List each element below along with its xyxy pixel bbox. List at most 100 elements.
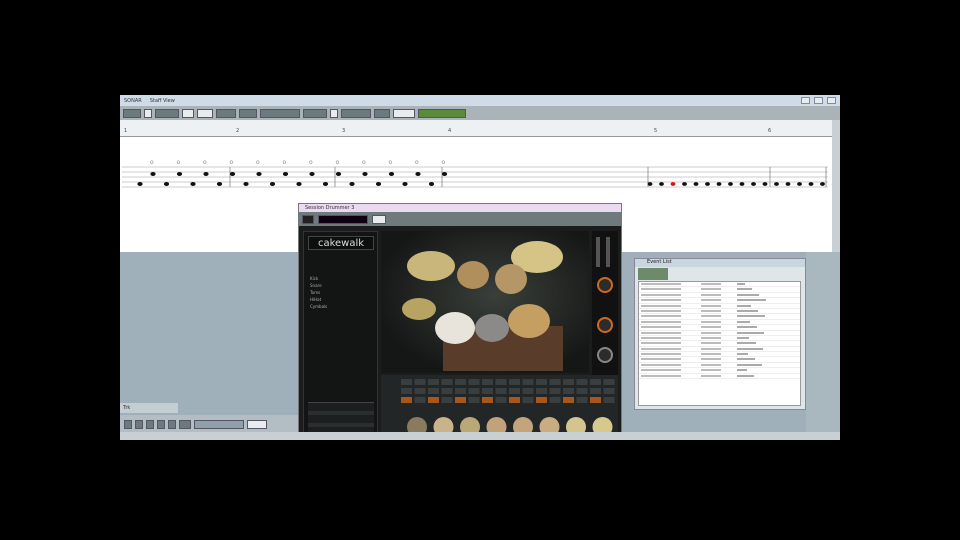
kick-note [137, 182, 143, 186]
transport-button[interactable] [179, 419, 191, 429]
pad-cell [549, 379, 561, 385]
stop-button[interactable] [135, 419, 143, 429]
note [693, 182, 699, 186]
hihat-note: o [389, 159, 393, 166]
volume-knob[interactable] [597, 277, 613, 293]
kick-note [216, 182, 223, 186]
vertical-scrollbar[interactable] [832, 120, 840, 252]
ruler-mark: 1 [124, 128, 128, 134]
event-list-table[interactable] [638, 281, 801, 406]
play-button[interactable] [146, 419, 154, 429]
preset-selector[interactable] [318, 214, 368, 224]
event-list-window: Event List [634, 258, 806, 410]
right-panel [806, 252, 840, 432]
note [716, 182, 722, 186]
pad-cell [536, 379, 547, 385]
kick-note [163, 182, 170, 186]
tool-button[interactable] [197, 108, 213, 118]
snare-note [176, 172, 183, 176]
kick-note [190, 182, 196, 186]
tool-button[interactable] [374, 108, 390, 118]
pad-cell [495, 379, 507, 385]
hihat-note: o [442, 159, 446, 166]
preset-arrows[interactable] [372, 214, 386, 224]
hihat-note: o [230, 159, 234, 166]
track-tab[interactable]: Trk [120, 403, 178, 413]
pad-cell [414, 397, 426, 403]
pad-cell [455, 388, 466, 394]
maximize-button[interactable] [814, 97, 823, 104]
tool-button[interactable] [216, 108, 236, 118]
pad-cell [549, 397, 561, 403]
tool-button[interactable] [123, 108, 141, 118]
kick-note [243, 182, 249, 186]
close-button[interactable] [827, 97, 836, 104]
event-list-toolbar[interactable] [638, 268, 668, 280]
tune-knob[interactable] [597, 347, 613, 363]
pad-cell [455, 397, 466, 403]
drum-plugin-window: Session Drummer 3 cakewalk Kick Snare To… [298, 203, 622, 440]
hihat-note: o [309, 159, 313, 166]
hihat-note: o [203, 159, 207, 166]
tool-button[interactable] [155, 108, 179, 118]
sidebar-buttons[interactable] [308, 402, 374, 432]
pad-cell [563, 379, 574, 385]
drum-pad-strip[interactable] [381, 375, 618, 438]
minimize-button[interactable] [801, 97, 810, 104]
note [751, 182, 756, 186]
pan-knob[interactable] [597, 317, 613, 333]
tempo-field[interactable] [247, 419, 267, 429]
note [774, 182, 779, 186]
hihat-note: o [150, 159, 154, 166]
drum-kit-image[interactable] [381, 231, 589, 373]
tool-button[interactable] [144, 108, 152, 118]
tool-button[interactable] [239, 108, 257, 118]
pad-cell [590, 379, 601, 385]
tool-button[interactable] [182, 108, 194, 118]
kick-note [428, 182, 435, 186]
loop-button[interactable] [168, 419, 176, 429]
note [820, 182, 825, 186]
tool-button[interactable] [260, 108, 300, 118]
hihat-note: o [177, 159, 181, 166]
kick-note [349, 182, 355, 186]
menu-item[interactable]: Cymbals [310, 304, 327, 309]
pad-cell [428, 379, 439, 385]
pad-cell [603, 388, 615, 394]
pad-cell [603, 379, 615, 385]
record-button[interactable] [157, 419, 165, 429]
menu-item[interactable]: Snare [310, 283, 322, 288]
pad-cell [576, 397, 588, 403]
tool-button[interactable] [341, 108, 371, 118]
pad-cell [482, 397, 493, 403]
tool-button[interactable] [330, 108, 338, 118]
zoom-field[interactable] [393, 108, 415, 118]
menu-item[interactable]: Toms [310, 290, 320, 295]
menu-item[interactable]: HiHat [310, 297, 321, 302]
note [705, 182, 710, 186]
taskbar [120, 432, 840, 440]
event-list-title-bar: Event List [635, 259, 805, 267]
snap-buttons[interactable] [418, 108, 466, 118]
pad-cell [482, 379, 493, 385]
pad-cell [482, 388, 493, 394]
note [739, 182, 745, 186]
rewind-button[interactable] [124, 419, 132, 429]
pad-cell [468, 397, 480, 403]
pad-cell [509, 397, 520, 403]
note [728, 182, 733, 186]
event-row[interactable] [639, 374, 800, 380]
pad-cell [401, 397, 412, 403]
snare-note [256, 172, 262, 176]
menu-item[interactable]: Kick [310, 276, 318, 281]
note [808, 182, 814, 186]
pad-cell [509, 379, 520, 385]
pad-cell [536, 388, 547, 394]
tool-button[interactable] [303, 108, 327, 118]
snare-note [229, 172, 236, 176]
timeline-ruler[interactable]: 1 2 3 4 5 6 [120, 120, 832, 137]
ruler-mark: 4 [448, 128, 452, 134]
pad-cell [401, 379, 412, 385]
pad-cell [522, 388, 534, 394]
title-bar: SONAR Staff View [120, 95, 840, 106]
